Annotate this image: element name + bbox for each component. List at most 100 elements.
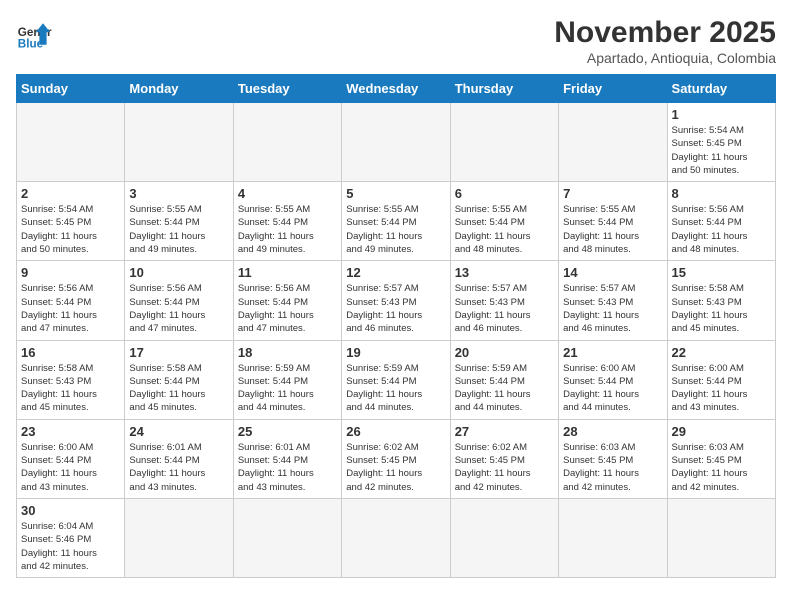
day-cell: 29 Sunrise: 6:03 AM Sunset: 5:45 PM Dayli… bbox=[667, 419, 775, 498]
day-cell: 14 Sunrise: 5:57 AM Sunset: 5:43 PM Dayli… bbox=[559, 261, 667, 340]
day-number: 22 bbox=[672, 345, 771, 360]
weekday-header-row: SundayMondayTuesdayWednesdayThursdayFrid… bbox=[17, 75, 776, 103]
day-info: Sunrise: 5:58 AM Sunset: 5:44 PM Dayligh… bbox=[129, 362, 228, 415]
weekday-header-wednesday: Wednesday bbox=[342, 75, 450, 103]
day-number: 3 bbox=[129, 186, 228, 201]
weekday-header-friday: Friday bbox=[559, 75, 667, 103]
day-cell: 7Sunrise: 5:55 AM Sunset: 5:44 PM Daylig… bbox=[559, 182, 667, 261]
location: Apartado, Antioquia, Colombia bbox=[554, 50, 776, 66]
day-number: 14 bbox=[563, 265, 662, 280]
day-info: Sunrise: 6:00 AM Sunset: 5:44 PM Dayligh… bbox=[563, 362, 662, 415]
day-cell: 19Sunrise: 5:59 AM Sunset: 5:44 PM Dayli… bbox=[342, 340, 450, 419]
day-number: 29 bbox=[672, 424, 771, 439]
day-cell: 10 Sunrise: 5:56 AM Sunset: 5:44 PM Dayli… bbox=[125, 261, 233, 340]
day-info: Sunrise: 6:01 AM Sunset: 5:44 PM Dayligh… bbox=[238, 441, 337, 494]
day-info: Sunrise: 5:55 AM Sunset: 5:44 PM Dayligh… bbox=[238, 203, 337, 256]
day-number: 10 bbox=[129, 265, 228, 280]
day-info: Sunrise: 5:59 AM Sunset: 5:44 PM Dayligh… bbox=[238, 362, 337, 415]
day-info: Sunrise: 5:58 AM Sunset: 5:43 PM Dayligh… bbox=[21, 362, 120, 415]
weekday-header-saturday: Saturday bbox=[667, 75, 775, 103]
day-cell: 1Sunrise: 5:54 AM Sunset: 5:45 PM Daylig… bbox=[667, 103, 775, 182]
week-row-1: 2Sunrise: 5:54 AM Sunset: 5:45 PM Daylig… bbox=[17, 182, 776, 261]
day-info: Sunrise: 6:00 AM Sunset: 5:44 PM Dayligh… bbox=[21, 441, 120, 494]
day-cell bbox=[559, 103, 667, 182]
weekday-header-thursday: Thursday bbox=[450, 75, 558, 103]
day-number: 8 bbox=[672, 186, 771, 201]
week-row-2: 9Sunrise: 5:56 AM Sunset: 5:44 PM Daylig… bbox=[17, 261, 776, 340]
day-cell bbox=[233, 103, 341, 182]
day-cell: 5 Sunrise: 5:55 AM Sunset: 5:44 PM Daylig… bbox=[342, 182, 450, 261]
day-info: Sunrise: 6:02 AM Sunset: 5:45 PM Dayligh… bbox=[455, 441, 554, 494]
calendar: SundayMondayTuesdayWednesdayThursdayFrid… bbox=[16, 74, 776, 578]
day-info: Sunrise: 5:56 AM Sunset: 5:44 PM Dayligh… bbox=[129, 282, 228, 335]
day-cell: 22 Sunrise: 6:00 AM Sunset: 5:44 PM Dayli… bbox=[667, 340, 775, 419]
day-cell: 8 Sunrise: 5:56 AM Sunset: 5:44 PM Daylig… bbox=[667, 182, 775, 261]
day-cell: 17Sunrise: 5:58 AM Sunset: 5:44 PM Dayli… bbox=[125, 340, 233, 419]
day-info: Sunrise: 6:02 AM Sunset: 5:45 PM Dayligh… bbox=[346, 441, 445, 494]
day-number: 30 bbox=[21, 503, 120, 518]
day-info: Sunrise: 5:55 AM Sunset: 5:44 PM Dayligh… bbox=[455, 203, 554, 256]
weekday-header-sunday: Sunday bbox=[17, 75, 125, 103]
day-cell: 21Sunrise: 6:00 AM Sunset: 5:44 PM Dayli… bbox=[559, 340, 667, 419]
day-info: Sunrise: 6:03 AM Sunset: 5:45 PM Dayligh… bbox=[672, 441, 771, 494]
week-row-5: 30 Sunrise: 6:04 AM Sunset: 5:46 PM Dayli… bbox=[17, 498, 776, 577]
day-cell: 30 Sunrise: 6:04 AM Sunset: 5:46 PM Dayli… bbox=[17, 498, 125, 577]
day-info: Sunrise: 5:56 AM Sunset: 5:44 PM Dayligh… bbox=[238, 282, 337, 335]
day-info: Sunrise: 5:56 AM Sunset: 5:44 PM Dayligh… bbox=[21, 282, 120, 335]
day-info: Sunrise: 6:00 AM Sunset: 5:44 PM Dayligh… bbox=[672, 362, 771, 415]
day-number: 27 bbox=[455, 424, 554, 439]
day-number: 4 bbox=[238, 186, 337, 201]
day-number: 2 bbox=[21, 186, 120, 201]
day-info: Sunrise: 5:57 AM Sunset: 5:43 PM Dayligh… bbox=[563, 282, 662, 335]
day-cell bbox=[450, 103, 558, 182]
day-number: 11 bbox=[238, 265, 337, 280]
day-cell: 2Sunrise: 5:54 AM Sunset: 5:45 PM Daylig… bbox=[17, 182, 125, 261]
day-number: 16 bbox=[21, 345, 120, 360]
day-cell bbox=[125, 498, 233, 577]
header: General Blue November 2025 Apartado, Ant… bbox=[16, 16, 776, 66]
day-number: 12 bbox=[346, 265, 445, 280]
day-info: Sunrise: 5:55 AM Sunset: 5:44 PM Dayligh… bbox=[346, 203, 445, 256]
day-cell: 15 Sunrise: 5:58 AM Sunset: 5:43 PM Dayli… bbox=[667, 261, 775, 340]
day-cell bbox=[342, 498, 450, 577]
day-info: Sunrise: 5:56 AM Sunset: 5:44 PM Dayligh… bbox=[672, 203, 771, 256]
week-row-3: 16 Sunrise: 5:58 AM Sunset: 5:43 PM Dayli… bbox=[17, 340, 776, 419]
day-info: Sunrise: 5:58 AM Sunset: 5:43 PM Dayligh… bbox=[672, 282, 771, 335]
day-info: Sunrise: 6:01 AM Sunset: 5:44 PM Dayligh… bbox=[129, 441, 228, 494]
day-number: 15 bbox=[672, 265, 771, 280]
day-cell: 26 Sunrise: 6:02 AM Sunset: 5:45 PM Dayli… bbox=[342, 419, 450, 498]
day-number: 7 bbox=[563, 186, 662, 201]
day-number: 26 bbox=[346, 424, 445, 439]
day-number: 20 bbox=[455, 345, 554, 360]
day-number: 6 bbox=[455, 186, 554, 201]
day-cell bbox=[342, 103, 450, 182]
week-row-4: 23Sunrise: 6:00 AM Sunset: 5:44 PM Dayli… bbox=[17, 419, 776, 498]
day-cell: 9Sunrise: 5:56 AM Sunset: 5:44 PM Daylig… bbox=[17, 261, 125, 340]
day-number: 5 bbox=[346, 186, 445, 201]
day-cell: 20 Sunrise: 5:59 AM Sunset: 5:44 PM Dayli… bbox=[450, 340, 558, 419]
day-number: 24 bbox=[129, 424, 228, 439]
day-cell bbox=[450, 498, 558, 577]
day-cell: 18 Sunrise: 5:59 AM Sunset: 5:44 PM Dayli… bbox=[233, 340, 341, 419]
day-number: 25 bbox=[238, 424, 337, 439]
weekday-header-tuesday: Tuesday bbox=[233, 75, 341, 103]
day-cell: 13 Sunrise: 5:57 AM Sunset: 5:43 PM Dayli… bbox=[450, 261, 558, 340]
day-number: 13 bbox=[455, 265, 554, 280]
day-cell bbox=[559, 498, 667, 577]
day-cell: 3Sunrise: 5:55 AM Sunset: 5:44 PM Daylig… bbox=[125, 182, 233, 261]
day-info: Sunrise: 5:59 AM Sunset: 5:44 PM Dayligh… bbox=[455, 362, 554, 415]
day-cell: 27 Sunrise: 6:02 AM Sunset: 5:45 PM Dayli… bbox=[450, 419, 558, 498]
day-cell: 11 Sunrise: 5:56 AM Sunset: 5:44 PM Dayli… bbox=[233, 261, 341, 340]
day-number: 28 bbox=[563, 424, 662, 439]
day-cell bbox=[17, 103, 125, 182]
day-cell: 12Sunrise: 5:57 AM Sunset: 5:43 PM Dayli… bbox=[342, 261, 450, 340]
day-number: 18 bbox=[238, 345, 337, 360]
logo-icon: General Blue bbox=[16, 16, 52, 52]
month-year: November 2025 bbox=[554, 16, 776, 50]
day-info: Sunrise: 5:59 AM Sunset: 5:44 PM Dayligh… bbox=[346, 362, 445, 415]
day-cell: 23Sunrise: 6:00 AM Sunset: 5:44 PM Dayli… bbox=[17, 419, 125, 498]
day-cell bbox=[233, 498, 341, 577]
day-info: Sunrise: 5:57 AM Sunset: 5:43 PM Dayligh… bbox=[455, 282, 554, 335]
weekday-header-monday: Monday bbox=[125, 75, 233, 103]
day-info: Sunrise: 6:04 AM Sunset: 5:46 PM Dayligh… bbox=[21, 520, 120, 573]
